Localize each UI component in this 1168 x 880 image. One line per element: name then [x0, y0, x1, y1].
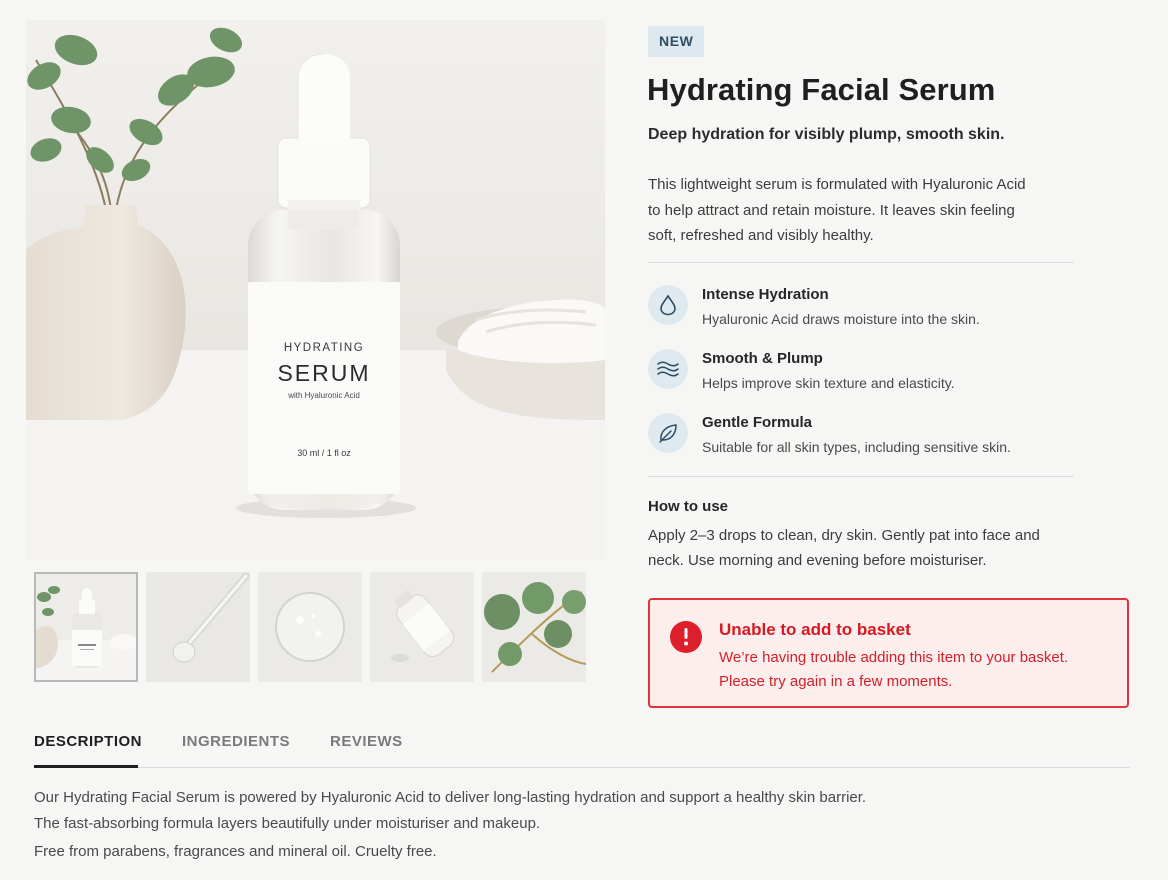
exclamation-icon — [670, 621, 702, 653]
active-tab-indicator — [34, 765, 138, 768]
alert-title: Unable to add to basket — [719, 620, 911, 639]
feature-title: Intense Hydration — [702, 286, 829, 303]
new-badge: NEW — [648, 26, 705, 57]
bottle-label-ingredient: with Hyaluronic Acid — [287, 391, 360, 400]
description-line: soft, refreshed and visibly healthy. — [648, 227, 874, 244]
divider — [648, 476, 1074, 477]
description-line: This lightweight serum is formulated wit… — [648, 176, 1026, 193]
feature-title: Smooth & Plump — [702, 350, 823, 367]
product-tabs: DESCRIPTION INGREDIENTS REVIEWS — [34, 730, 1130, 768]
leaf-icon — [648, 413, 688, 453]
feature-text: Helps improve skin texture and elasticit… — [702, 375, 955, 391]
product-subtitle: Deep hydration for visibly plump, smooth… — [648, 126, 1005, 143]
tab-ingredients[interactable]: INGREDIENTS — [182, 733, 290, 768]
bottle-label-brand: HYDRATING — [284, 342, 364, 354]
thumbnail-bottle-side[interactable] — [370, 572, 474, 682]
product-title: Hydrating Facial Serum — [647, 72, 996, 107]
error-alert: Unable to add to basket We’re having tro… — [648, 598, 1129, 708]
thumbnail-bottle[interactable] — [34, 572, 138, 682]
description-line: to help attract and retain moisture. It … — [648, 201, 1015, 219]
how-to-use-line: Apply 2–3 drops to clean, dry skin. Gent… — [648, 527, 1040, 544]
tab-reviews[interactable]: REVIEWS — [330, 733, 403, 768]
product-main-image: HYDRATING SERUM with Hyaluronic Acid 30 … — [26, 20, 605, 560]
thumbnail-serum-drop[interactable] — [258, 572, 362, 682]
divider — [648, 262, 1074, 263]
description-text-line: The fast-absorbing formula layers beauti… — [34, 815, 541, 832]
how-to-use-title: How to use — [648, 498, 729, 515]
bottle-label-product: SERUM — [277, 360, 370, 386]
description-text-line: Free from parabens, fragrances and miner… — [34, 843, 437, 860]
feature-title: Gentle Formula — [702, 414, 813, 431]
bottle-label-volume: 30 ml / 1 fl oz — [297, 448, 351, 458]
feature-text: Suitable for all skin types, including s… — [702, 439, 1011, 455]
product-description: This lightweight serum is formulated wit… — [648, 172, 1068, 249]
thumbnail-strip — [34, 572, 594, 682]
how-to-use-line: neck. Use morning and evening before moi… — [648, 552, 987, 569]
feature-text: Hyaluronic Acid draws moisture into the … — [702, 311, 980, 327]
alert-line: Please try again in a few moments. — [719, 673, 953, 690]
water-drop-icon — [648, 285, 688, 325]
thumbnail-dropper[interactable] — [146, 572, 250, 682]
waves-icon — [648, 349, 688, 389]
feature-intense-hydration: Intense Hydration Hyaluronic Acid draws … — [648, 285, 1088, 329]
thumbnail-eucalyptus[interactable] — [482, 572, 586, 682]
alert-message: We’re having trouble adding this item to… — [719, 646, 1109, 694]
alert-line: We’re having trouble adding this item to… — [719, 649, 1069, 666]
how-to-use-text: Apply 2–3 drops to clean, dry skin. Gent… — [648, 523, 1068, 573]
tab-description[interactable]: DESCRIPTION — [34, 733, 142, 768]
feature-smooth-plump: Smooth & Plump Helps improve skin textur… — [648, 349, 1088, 393]
description-text-line: Our Hydrating Facial Serum is powered by… — [34, 789, 867, 806]
feature-gentle-formula: Gentle Formula Suitable for all skin typ… — [648, 413, 1088, 457]
